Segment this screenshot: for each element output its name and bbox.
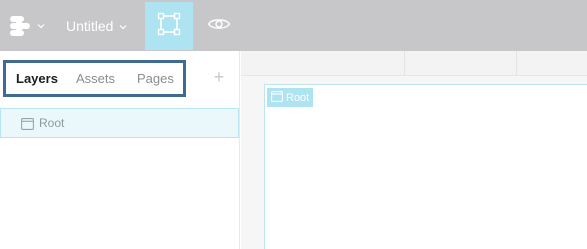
artboard-label-root[interactable]: Root — [267, 88, 314, 107]
horizontal-ruler — [241, 51, 587, 76]
frame-icon — [271, 89, 283, 107]
top-toolbar: Untitled — [0, 0, 587, 51]
tab-assets-label: Assets — [76, 71, 116, 86]
chevron-down-icon — [37, 22, 45, 30]
eye-icon — [207, 16, 231, 37]
design-canvas[interactable]: Root — [241, 51, 587, 249]
frame-tool-button[interactable] — [145, 2, 193, 50]
artboard-label-text: Root — [286, 91, 310, 104]
ruler-tick — [516, 51, 517, 76]
frame-tool-icon — [156, 11, 182, 42]
app-window: Untitled Layers Assets Pages + Root Root — [0, 0, 587, 249]
tab-pages[interactable]: Pages — [137, 63, 174, 94]
project-title: Untitled — [66, 18, 114, 34]
frame-icon — [21, 117, 34, 135]
sidebar-tabs: Layers Assets Pages — [3, 60, 186, 97]
artboard-root[interactable] — [264, 84, 587, 249]
add-page-button[interactable]: + — [209, 67, 229, 87]
chevron-down-icon — [119, 18, 127, 34]
layer-item-label: Root — [39, 116, 65, 130]
tab-layers[interactable]: Layers — [16, 63, 58, 94]
tab-layers-label: Layers — [16, 71, 58, 86]
project-title-dropdown[interactable]: Untitled — [66, 14, 127, 38]
plus-icon: + — [213, 67, 225, 87]
tab-assets[interactable]: Assets — [76, 63, 115, 94]
app-logo-icon — [8, 13, 34, 39]
ruler-tick — [404, 51, 405, 76]
tab-pages-label: Pages — [137, 71, 174, 86]
layer-item-root[interactable]: Root — [0, 108, 239, 138]
left-sidebar: Layers Assets Pages + Root — [0, 51, 240, 249]
preview-button[interactable] — [204, 12, 234, 40]
app-menu-button[interactable] — [8, 12, 54, 40]
